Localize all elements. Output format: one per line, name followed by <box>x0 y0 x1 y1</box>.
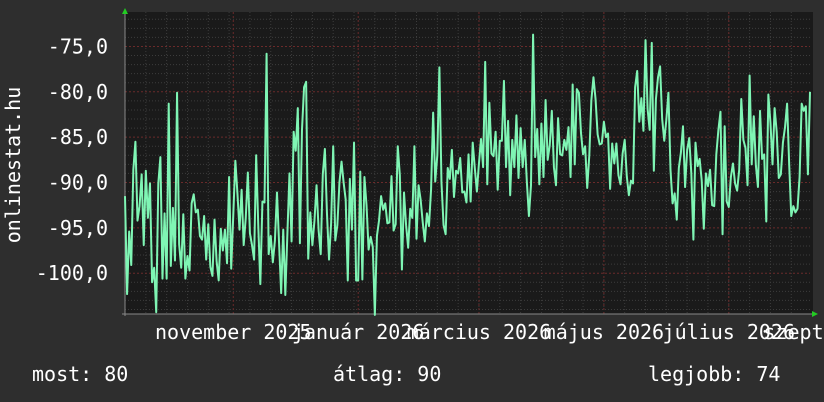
stat-best: legjobb: 74 <box>648 362 781 386</box>
y-tick-label: -100,0 <box>36 261 108 285</box>
x-tick-label: március 2026 <box>407 320 552 344</box>
y-tick-label: -90,0 <box>48 170 108 194</box>
x-tick-label: május 2026 <box>544 320 664 344</box>
y-tick-label: -80,0 <box>48 80 108 104</box>
stat-average: átlag: 90 <box>333 362 442 386</box>
y-tick-label: -85,0 <box>48 125 108 149</box>
x-ticks: november 2025január 2026március 2026máju… <box>155 320 824 344</box>
y-axis-label: onlinestat.hu <box>1 87 25 244</box>
y-ticks: -75,0 -80,0 -85,0 -90,0 -95,0 -100,0 <box>36 34 108 285</box>
stat-current: most: 80 <box>32 362 129 386</box>
x-tick-label: január 2026 <box>292 320 424 344</box>
x-tick-label: november 2025 <box>155 320 312 344</box>
y-tick-label: -75,0 <box>48 34 108 58</box>
x-tick-label: szeptember 2026 <box>763 320 824 344</box>
y-axis-arrow <box>122 8 128 14</box>
chart: -75,0 -80,0 -85,0 -90,0 -95,0 -100,0 november… <box>1 8 824 344</box>
x-axis-arrow <box>812 311 818 317</box>
y-tick-label: -95,0 <box>48 216 108 240</box>
